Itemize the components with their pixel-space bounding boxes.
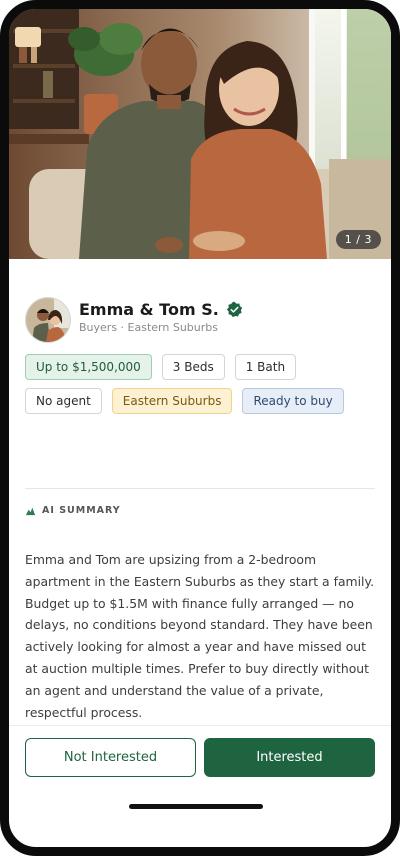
couple-photo [9, 9, 391, 259]
tag-agent: No agent [25, 388, 102, 414]
ai-sparkle-icon [25, 507, 36, 516]
action-bar-divider [9, 725, 391, 726]
home-indicator[interactable] [129, 804, 263, 809]
profile-photo[interactable]: 1 / 3 [9, 9, 391, 259]
ai-summary-header: AI SUMMARY [25, 505, 121, 516]
section-divider [25, 488, 375, 489]
buyer-subtitle: Buyers · Eastern Suburbs [79, 321, 218, 334]
tag-readiness: Ready to buy [242, 388, 344, 414]
buyer-name: Emma & Tom S. [79, 300, 219, 319]
ai-summary-text: Emma and Tom are upsizing from a 2-bedro… [25, 552, 375, 720]
tag-bath: 1 Bath [234, 354, 297, 380]
tag-budget: Up to $1,500,000 [25, 354, 152, 380]
not-interested-button[interactable]: Not Interested [25, 738, 196, 777]
tag-location: Eastern Suburbs [111, 388, 233, 414]
avatar [25, 297, 71, 343]
ai-summary-label: AI SUMMARY [42, 505, 121, 516]
buyer-profile: Emma & Tom S. Buyers · Eastern Suburbs [25, 297, 375, 343]
verified-check-icon [226, 301, 242, 318]
buyer-tags: Up to $1,500,000 3 Beds 1 Bath No agent … [25, 354, 375, 414]
interested-button[interactable]: Interested [204, 738, 375, 777]
phone-frame: 1 / 3 Emma & Tom S. Buyers · Eastern Sub… [0, 0, 400, 856]
tag-beds: 3 Beds [161, 354, 225, 380]
photo-counter: 1 / 3 [335, 230, 381, 249]
